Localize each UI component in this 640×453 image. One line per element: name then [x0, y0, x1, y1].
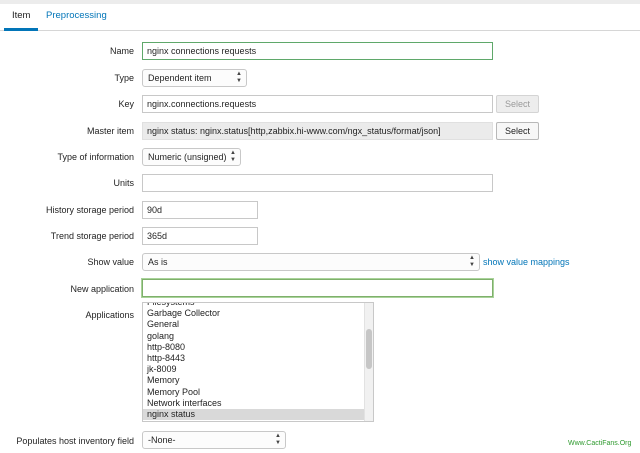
type-label: Type [114, 73, 134, 83]
applications-list: Filesystems Garbage Collector General golan… [143, 303, 365, 421]
history-label: History storage period [45, 205, 134, 215]
application-option[interactable]: General [143, 319, 365, 330]
name-input[interactable]: nginx connections requests [142, 42, 493, 60]
select-arrows-icon: ▲ ▼ [230, 150, 236, 163]
master-item-label: Master item [86, 126, 134, 136]
type-value: Dependent item [148, 73, 212, 83]
type-select[interactable]: Dependent item ▲ ▼ [142, 69, 247, 87]
master-item-value: nginx status: nginx.status[http,zabbix.h… [147, 126, 441, 136]
history-value: 90d [147, 205, 163, 215]
type-of-information-value: Numeric (unsigned) [148, 152, 227, 162]
scrollbar-thumb[interactable] [366, 329, 372, 369]
show-value-label: Show value [87, 257, 134, 267]
inventory-select[interactable]: -None- ▲ ▼ [142, 431, 286, 449]
type-of-information-label: Type of information [57, 152, 134, 162]
master-item-select-button[interactable]: Select [496, 122, 539, 140]
watermark: Www.CactiFans.Org [568, 440, 632, 447]
tab-item[interactable]: Item [12, 10, 30, 21]
key-value: nginx.connections.requests [147, 99, 257, 109]
application-option[interactable]: http-8443 [143, 353, 365, 364]
tab-bar: Item Preprocessing [0, 4, 640, 31]
name-value: nginx connections requests [147, 46, 257, 56]
show-value-select[interactable]: As is ▲ ▼ [142, 253, 480, 271]
application-option[interactable]: jk-8009 [143, 364, 365, 375]
name-label: Name [109, 46, 134, 56]
units-input[interactable] [142, 174, 493, 192]
select-arrows-icon: ▲ ▼ [275, 433, 281, 446]
key-input[interactable]: nginx.connections.requests [142, 95, 493, 113]
inventory-label: Populates host inventory field [16, 436, 134, 446]
select-arrows-icon: ▲ ▼ [236, 71, 242, 84]
trend-label: Trend storage period [50, 231, 134, 241]
trend-input[interactable]: 365d [142, 227, 258, 245]
applications-listbox[interactable]: Filesystems Garbage Collector General golan… [142, 302, 374, 422]
units-label: Units [113, 178, 134, 188]
new-application-label: New application [70, 284, 134, 294]
application-option[interactable]: golang [143, 331, 365, 342]
show-value-mappings-link[interactable]: show value mappings [483, 257, 570, 267]
history-input[interactable]: 90d [142, 201, 258, 219]
new-application-input[interactable] [142, 279, 493, 297]
application-option[interactable]: Memory Pool [143, 387, 365, 398]
application-option[interactable]: nginx status [143, 408, 365, 421]
application-option[interactable]: Network interfaces [143, 398, 365, 409]
tab-preprocessing[interactable]: Preprocessing [46, 10, 107, 21]
application-option[interactable]: Garbage Collector [143, 308, 365, 319]
application-option[interactable]: Memory [143, 375, 365, 386]
applications-scrollbar[interactable] [364, 303, 373, 421]
key-select-button[interactable]: Select [496, 95, 539, 113]
key-label: Key [118, 99, 134, 109]
active-tab-indicator [4, 28, 38, 31]
show-value-value: As is [148, 257, 168, 267]
application-option[interactable]: http-8080 [143, 342, 365, 353]
applications-label: Applications [85, 310, 134, 320]
type-of-information-select[interactable]: Numeric (unsigned) ▲ ▼ [142, 148, 241, 166]
trend-value: 365d [147, 231, 168, 241]
select-arrows-icon: ▲ ▼ [469, 255, 475, 268]
master-item-field: nginx status: nginx.status[http,zabbix.h… [142, 122, 493, 140]
inventory-value: -None- [148, 435, 176, 445]
